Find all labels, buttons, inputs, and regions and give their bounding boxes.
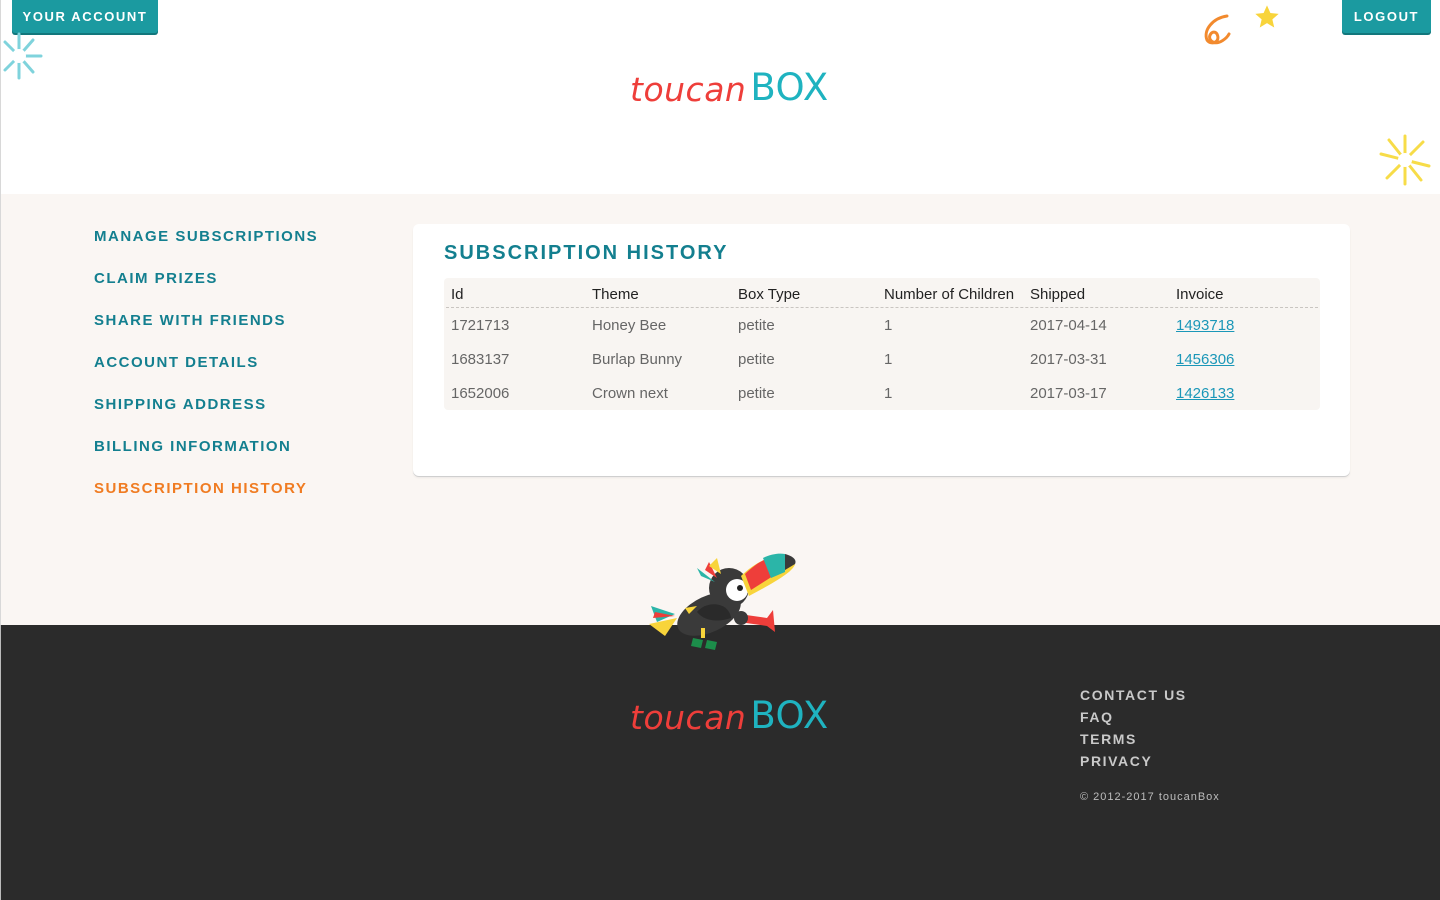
sidebar-item-claim-prizes[interactable]: CLAIM PRIZES xyxy=(94,270,318,312)
cell-theme: Crown next xyxy=(592,384,668,402)
cell-children: 1 xyxy=(884,350,893,368)
sidebar-item-account-details[interactable]: ACCOUNT DETAILS xyxy=(94,354,318,396)
account-sidebar: MANAGE SUBSCRIPTIONS CLAIM PRIZES SHARE … xyxy=(94,228,318,522)
footer-logo[interactable]: toucan BOX xyxy=(630,694,829,737)
sidebar-item-shipping-address[interactable]: SHIPPING ADDRESS xyxy=(94,396,318,438)
cell-box-type: petite xyxy=(738,350,775,368)
sidebar-item-billing-information[interactable]: BILLING INFORMATION xyxy=(94,438,318,480)
sidebar-item-subscription-history[interactable]: SUBSCRIPTION HISTORY xyxy=(94,480,318,522)
table-row: 1652006 Crown next petite 1 2017-03-17 1… xyxy=(446,376,1318,410)
subscription-history-card: SUBSCRIPTION HISTORY Id Theme Box Type N… xyxy=(413,224,1350,476)
table-row: 1683137 Burlap Bunny petite 1 2017-03-31… xyxy=(446,342,1318,376)
cell-shipped: 2017-03-17 xyxy=(1030,384,1107,402)
table-row: 1721713 Honey Bee petite 1 2017-04-14 14… xyxy=(446,308,1318,342)
footer-logo-text-box: BOX xyxy=(750,694,829,737)
cell-box-type: petite xyxy=(738,384,775,402)
column-header-number-of-children: Number of Children xyxy=(884,286,1015,303)
footer-link-privacy[interactable]: PRIVACY xyxy=(1080,752,1187,774)
column-header-shipped: Shipped xyxy=(1030,286,1086,303)
invoice-link[interactable]: 1426133 xyxy=(1176,385,1234,402)
cell-id: 1721713 xyxy=(451,316,510,334)
column-header-theme: Theme xyxy=(592,286,639,303)
star-yellow-icon xyxy=(1255,5,1279,28)
squiggle-orange-icon xyxy=(1204,14,1231,45)
column-header-id: Id xyxy=(451,286,464,303)
copyright-text: © 2012-2017 toucanBox xyxy=(1080,791,1220,803)
logo-text-toucan: toucan xyxy=(630,70,747,109)
cell-shipped: 2017-03-31 xyxy=(1030,350,1107,368)
footer-link-faq[interactable]: FAQ xyxy=(1080,708,1187,730)
column-header-box-type: Box Type xyxy=(738,286,801,303)
cell-id: 1683137 xyxy=(451,350,510,368)
table-header: Id Theme Box Type Number of Children Shi… xyxy=(446,278,1318,308)
page-title: SUBSCRIPTION HISTORY xyxy=(444,242,729,264)
footer xyxy=(0,625,1440,900)
cell-children: 1 xyxy=(884,316,893,334)
burst-teal-icon xyxy=(3,32,43,80)
invoice-link[interactable]: 1493718 xyxy=(1176,317,1234,334)
footer-links: CONTACT US FAQ TERMS PRIVACY xyxy=(1080,686,1187,774)
invoice-link[interactable]: 1456306 xyxy=(1176,351,1234,368)
cell-box-type: petite xyxy=(738,316,775,334)
cell-theme: Burlap Bunny xyxy=(592,350,683,368)
footer-logo-text-toucan: toucan xyxy=(630,698,747,737)
your-account-button[interactable]: YOUR ACCOUNT xyxy=(12,0,158,33)
subscription-history-table: Id Theme Box Type Number of Children Shi… xyxy=(444,278,1320,410)
toucan-mascot-icon xyxy=(649,553,796,650)
cell-theme: Honey Bee xyxy=(592,316,667,334)
logout-button[interactable]: LOGOUT xyxy=(1342,0,1431,33)
burst-yellow-icon xyxy=(1379,134,1431,186)
footer-link-terms[interactable]: TERMS xyxy=(1080,730,1187,752)
column-header-invoice: Invoice xyxy=(1176,286,1224,303)
cell-invoice: 1493718 xyxy=(1176,317,1316,334)
sidebar-item-share-with-friends[interactable]: SHARE WITH FRIENDS xyxy=(94,312,318,354)
footer-link-contact-us[interactable]: CONTACT US xyxy=(1080,686,1187,708)
cell-shipped: 2017-04-14 xyxy=(1030,316,1107,334)
toucanbox-logo[interactable]: toucan BOX xyxy=(630,66,829,109)
sidebar-item-manage-subscriptions[interactable]: MANAGE SUBSCRIPTIONS xyxy=(94,228,318,270)
cell-children: 1 xyxy=(884,384,893,402)
cell-id: 1652006 xyxy=(451,384,510,402)
cell-invoice: 1456306 xyxy=(1176,351,1316,368)
cell-invoice: 1426133 xyxy=(1176,385,1316,402)
logo-text-box: BOX xyxy=(750,66,829,109)
